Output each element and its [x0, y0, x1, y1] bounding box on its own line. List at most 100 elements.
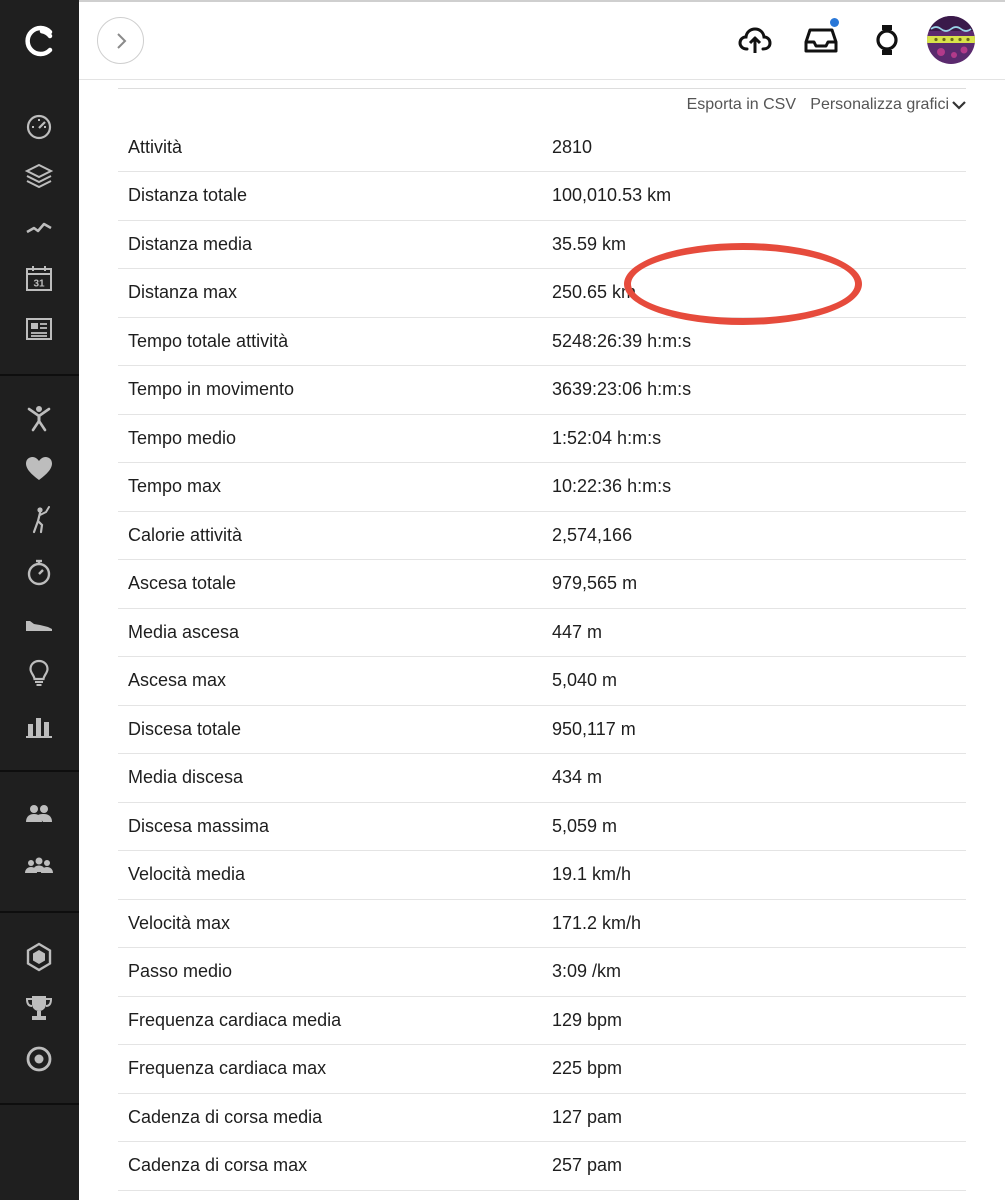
table-row: Tempo totale attività 5248:26:39 h:m:s — [118, 317, 966, 366]
table-row: Discesa massima 5,059 m — [118, 802, 966, 851]
table-row: Ascesa totale 979,565 m — [118, 559, 966, 609]
stat-value: 127 pam — [552, 1093, 966, 1142]
stat-label: Ascesa max — [118, 656, 552, 706]
stat-value: 447 m — [552, 608, 966, 657]
stats-table: Attività 2810 Distanza totale 100,010.53 km… — [118, 123, 966, 1191]
table-row: Media discesa 434 m — [118, 753, 966, 803]
table-row: Frequenza cardiaca media 129 bpm — [118, 996, 966, 1045]
stat-label: Frequenza cardiaca max — [118, 1044, 552, 1094]
connections-icon[interactable] — [22, 797, 56, 831]
stat-value: 100,010.53 km — [552, 171, 966, 221]
table-row: Velocità media 19.1 km/h — [118, 850, 966, 900]
stat-value: 129 bpm — [552, 996, 966, 1045]
stat-label: Cadenza di corsa media — [118, 1093, 552, 1142]
table-row: Distanza media 35.59 km — [118, 220, 966, 269]
stat-value: 250.65 km — [552, 268, 966, 318]
user-avatar[interactable] — [927, 16, 975, 64]
inbox-tray-icon[interactable] — [801, 18, 841, 60]
badge-hexagon-icon[interactable] — [22, 940, 56, 974]
cloud-upload-icon[interactable] — [735, 20, 775, 60]
table-row: Cadenza di corsa media 127 pam — [118, 1093, 966, 1142]
stat-value: 979,565 m — [552, 559, 966, 609]
stat-label: Distanza max — [118, 268, 552, 318]
arms-up-person-icon[interactable] — [22, 401, 56, 435]
stat-label: Media ascesa — [118, 608, 552, 657]
expand-sidebar-button[interactable] — [97, 17, 144, 64]
table-row: Ascesa max 5,040 m — [118, 656, 966, 706]
stat-label: Ascesa totale — [118, 559, 552, 609]
stat-value: 3:09 /km — [552, 947, 966, 997]
stat-label: Calorie attività — [118, 511, 552, 560]
table-row: Distanza max 250.65 km — [118, 268, 966, 318]
stat-value: 171.2 km/h — [552, 899, 966, 948]
calendar-icon[interactable]: 31 — [22, 261, 56, 295]
stat-label: Velocità max — [118, 899, 552, 948]
table-row: Cadenza di corsa max 257 pam — [118, 1141, 966, 1191]
stats-actions: Esporta in CSV Personalizza grafici — [118, 89, 966, 123]
stats-panel: Esporta in CSV Personalizza grafici Atti… — [118, 88, 966, 1191]
stopwatch-icon[interactable] — [22, 555, 56, 589]
stat-value: 257 pam — [552, 1141, 966, 1191]
trophy-icon[interactable] — [22, 991, 56, 1025]
table-row: Tempo max 10:22:36 h:m:s — [118, 462, 966, 512]
stat-value: 2,574,166 — [552, 511, 966, 560]
table-row: Frequenza cardiaca max 225 bpm — [118, 1044, 966, 1094]
customize-charts-label: Personalizza grafici — [810, 96, 949, 113]
activities-layers-icon[interactable] — [22, 159, 56, 193]
export-csv-link[interactable]: Esporta in CSV — [687, 96, 796, 114]
svg-text:31: 31 — [33, 279, 45, 290]
stat-label: Tempo in movimento — [118, 365, 552, 415]
stat-label: Frequenza cardiaca media — [118, 996, 552, 1045]
stat-label: Tempo totale attività — [118, 317, 552, 366]
stat-value: 3639:23:06 h:m:s — [552, 365, 966, 415]
sidebar-divider — [0, 1103, 79, 1105]
stat-value: 434 m — [552, 753, 966, 803]
table-row: Tempo in movimento 3639:23:06 h:m:s — [118, 365, 966, 415]
goal-target-icon[interactable] — [22, 1042, 56, 1076]
stat-value: 1:52:04 h:m:s — [552, 414, 966, 463]
stat-label: Distanza totale — [118, 171, 552, 221]
sidebar-divider — [0, 374, 79, 376]
stat-label: Tempo max — [118, 462, 552, 512]
table-row: Passo medio 3:09 /km — [118, 947, 966, 997]
news-feed-icon[interactable] — [22, 312, 56, 346]
shoe-icon[interactable] — [22, 606, 56, 640]
lightbulb-icon[interactable] — [22, 656, 56, 690]
stat-value: 19.1 km/h — [552, 850, 966, 900]
table-row: Attività 2810 — [118, 123, 966, 172]
heart-icon[interactable] — [22, 452, 56, 486]
sidebar: 31 — [0, 0, 79, 1200]
bar-chart-icon[interactable] — [22, 708, 56, 742]
stat-value: 5,059 m — [552, 802, 966, 851]
stat-label: Tempo medio — [118, 414, 552, 463]
watch-icon[interactable] — [867, 20, 907, 60]
table-row: Discesa totale 950,117 m — [118, 705, 966, 754]
golf-icon[interactable] — [22, 503, 56, 537]
stat-value: 5248:26:39 h:m:s — [552, 317, 966, 366]
sidebar-divider — [0, 911, 79, 913]
stat-value: 225 bpm — [552, 1044, 966, 1094]
sidebar-divider — [0, 770, 79, 772]
stat-label: Velocità media — [118, 850, 552, 900]
stat-label: Attività — [118, 123, 552, 172]
chevron-right-icon — [116, 32, 126, 49]
table-row: Media ascesa 447 m — [118, 608, 966, 657]
notification-dot — [830, 18, 839, 27]
stat-value: 2810 — [552, 123, 966, 172]
garmin-connect-logo[interactable] — [20, 22, 58, 60]
insights-trend-icon[interactable] — [22, 211, 56, 245]
stat-label: Discesa massima — [118, 802, 552, 851]
stat-value: 5,040 m — [552, 656, 966, 706]
table-row: Velocità max 171.2 km/h — [118, 899, 966, 948]
chevron-down-icon — [952, 101, 966, 110]
table-row: Distanza totale 100,010.53 km — [118, 171, 966, 221]
dashboard-gauge-icon[interactable] — [22, 109, 56, 143]
groups-icon[interactable] — [22, 849, 56, 883]
top-bar — [79, 0, 1005, 80]
stat-label: Discesa totale — [118, 705, 552, 754]
table-row: Tempo medio 1:52:04 h:m:s — [118, 414, 966, 463]
stat-value: 950,117 m — [552, 705, 966, 754]
stat-label: Cadenza di corsa max — [118, 1141, 552, 1191]
customize-charts-dropdown[interactable]: Personalizza grafici — [810, 96, 966, 114]
stat-label: Distanza media — [118, 220, 552, 269]
